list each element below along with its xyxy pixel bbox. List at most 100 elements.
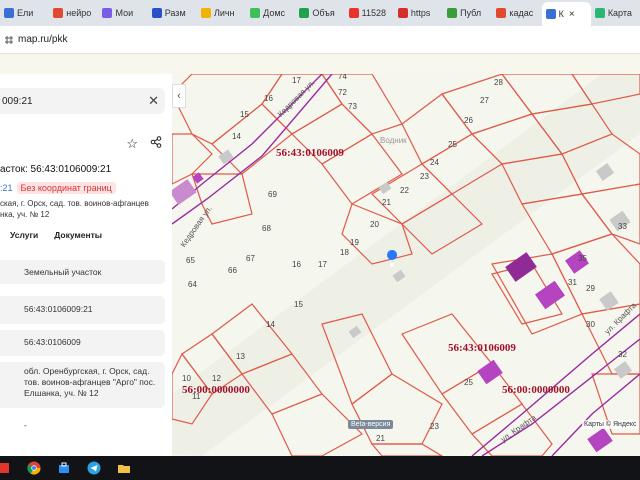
info-row-cadastral-number: 56:43:0106009:21	[0, 296, 165, 324]
tab-title: Мои	[115, 8, 134, 18]
search-field[interactable]: 009:21 ✕	[0, 88, 165, 114]
parcel-info-panel: 009:21 ✕ ☆ асток: 56:43:0106009:21 :21 Б…	[0, 74, 172, 456]
clear-icon[interactable]: ✕	[148, 93, 159, 109]
plot-number: 35	[578, 254, 587, 263]
plot-number: 29	[586, 284, 595, 293]
browser-tab[interactable]: Личн	[197, 2, 246, 24]
plot-number: 19	[350, 238, 359, 247]
map-attribution: Карты © Яндекс	[582, 420, 639, 429]
plot-number: 12	[212, 374, 221, 383]
tab-favicon-icon	[151, 8, 162, 18]
tab-favicon-icon	[496, 8, 507, 18]
browser-tab[interactable]: кадас	[492, 2, 541, 24]
browser-tab[interactable]: Публ	[443, 2, 492, 24]
plot-number: 15	[294, 300, 303, 309]
parcel-tagline: :21 Без координат границ	[0, 182, 116, 194]
plot-number: 16	[292, 260, 301, 269]
quarter-label: 56:43:0106009	[448, 342, 516, 354]
browser-tab[interactable]: Ели	[0, 2, 49, 24]
plot-number: 27	[480, 96, 489, 105]
panel-actions: ☆	[126, 136, 162, 152]
plot-number: 28	[494, 78, 503, 87]
url-text[interactable]: map.ru/pkk	[18, 34, 67, 45]
tab-close-icon[interactable]: ×	[569, 9, 575, 20]
info-row-address-value: обл. Оренбургская, г. Орск, сад. тов. во…	[24, 366, 156, 398]
plot-number: 20	[370, 220, 379, 229]
share-icon[interactable]	[150, 136, 162, 152]
plot-number: 31	[568, 278, 577, 287]
info-row-type-value: Земельный участок	[24, 267, 102, 277]
browser-tab[interactable]: https	[394, 2, 443, 24]
tab-favicon-icon	[594, 8, 605, 18]
plot-number: 26	[464, 116, 473, 125]
map-canvas[interactable]: 56:43:0106009 56:43:0106009 56:00:0000000 5…	[172, 74, 640, 456]
tab-title: Ели	[17, 8, 34, 18]
folder-icon[interactable]	[116, 460, 132, 476]
map-svg[interactable]	[172, 74, 640, 456]
plot-number: 65	[186, 256, 195, 265]
info-row-extra-value: -	[24, 420, 27, 430]
store-icon[interactable]	[56, 460, 72, 476]
app-icon-red[interactable]	[0, 460, 12, 476]
tab-favicon-icon	[200, 8, 211, 18]
no-coords-badge: Без координат границ	[16, 182, 116, 194]
browser-tab[interactable]: Карта	[591, 2, 640, 24]
tab-title: кадас	[509, 8, 534, 18]
plot-number: 69	[268, 190, 277, 199]
parcel-title: асток: 56:43:0106009:21	[0, 164, 112, 175]
plot-number: 66	[228, 266, 237, 275]
plot-number: 68	[262, 224, 271, 233]
search-value[interactable]: 009:21	[2, 96, 33, 107]
plot-number: 72	[338, 88, 347, 97]
tab-favicon-icon	[4, 8, 14, 18]
info-row-extra: -	[0, 414, 165, 438]
collapse-panel-button[interactable]: ‹	[172, 84, 186, 108]
info-row-type: Земельный участок	[0, 260, 165, 284]
parcel-id-link[interactable]: :21	[0, 183, 13, 193]
tab-title: Личн	[213, 8, 235, 18]
info-row-cadastral-number-value: 56:43:0106009:21	[24, 304, 93, 314]
address-bar[interactable]: map.ru/pkk	[0, 26, 640, 54]
plot-number: 21	[376, 434, 385, 443]
browser-tab-strip: Ели нейро Мои Разм Личн Домс Объя 11528 https Пуб…	[0, 0, 640, 26]
address-line-2: нка, уч. № 12	[0, 210, 50, 219]
tab-title: нейро	[66, 8, 92, 18]
browser-tab[interactable]: К ×	[541, 2, 591, 26]
plot-number: 73	[348, 102, 357, 111]
tab-documents[interactable]: Документы	[54, 230, 102, 240]
browser-tab[interactable]: Разм	[148, 2, 197, 24]
plot-number: 17	[318, 260, 327, 269]
plot-number: 13	[236, 352, 245, 361]
os-taskbar	[0, 456, 640, 480]
plot-number: 74	[338, 74, 347, 81]
panel-tabs: Услуги Документы	[10, 230, 102, 240]
tab-favicon-icon	[348, 8, 359, 18]
tab-favicon-icon	[447, 8, 458, 18]
tab-favicon-icon	[299, 8, 310, 18]
browser-tab[interactable]: 11528	[345, 2, 394, 24]
browser-tab[interactable]: Домс	[246, 2, 295, 24]
info-row-quarter: 56:43:0106009	[0, 330, 165, 356]
chrome-icon[interactable]	[26, 460, 42, 476]
plot-number: 64	[188, 280, 197, 289]
tab-title: 11528	[361, 8, 386, 18]
plot-number: 22	[400, 186, 409, 195]
plot-number: 25	[464, 378, 473, 387]
browser-tab[interactable]: Мои	[98, 2, 147, 24]
plot-number: 16	[264, 94, 273, 103]
tab-services[interactable]: Услуги	[10, 230, 38, 240]
site-info-icon[interactable]	[4, 35, 14, 45]
plot-number: 15	[240, 110, 249, 119]
star-icon[interactable]: ☆	[126, 136, 138, 152]
tab-title: Публ	[460, 8, 482, 18]
tab-title: К	[558, 9, 564, 19]
plot-number: 32	[618, 350, 627, 359]
browser-tab[interactable]: Объя	[295, 2, 344, 24]
browser-tab[interactable]: нейро	[49, 2, 98, 24]
plot-number: 30	[586, 320, 595, 329]
info-row-address: обл. Оренбургская, г. Орск, сад. тов. во…	[0, 362, 165, 408]
telegram-icon[interactable]	[86, 460, 102, 476]
plot-number: 23	[420, 172, 429, 181]
tab-favicon-icon	[545, 9, 556, 19]
parcel-address-short: ская, г. Орск, сад. тов. воинов-афганцев…	[0, 198, 170, 220]
